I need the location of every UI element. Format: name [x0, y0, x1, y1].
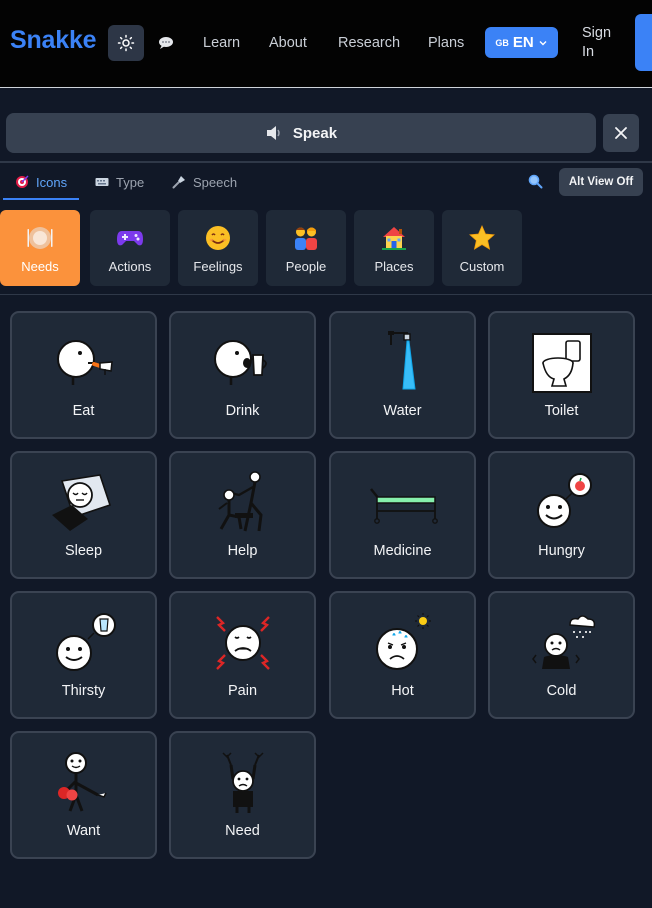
symbol-hot[interactable]: Hot: [329, 591, 476, 719]
tab-type[interactable]: Type: [95, 173, 144, 191]
medicine-icon: [367, 469, 439, 537]
symbol-need[interactable]: Need: [169, 731, 316, 859]
chat-button[interactable]: [156, 33, 176, 53]
star-icon: [468, 224, 496, 252]
search-icon[interactable]: [528, 174, 543, 189]
categories-divider: [0, 294, 652, 295]
symbol-label: Thirsty: [61, 683, 106, 699]
tab-label: Icons: [36, 174, 68, 190]
chevron-down-icon: [539, 40, 547, 45]
category-label: Custom: [459, 259, 505, 274]
symbol-hungry[interactable]: Hungry: [488, 451, 635, 579]
language-code: EN: [512, 34, 534, 51]
hot-icon: [367, 609, 439, 677]
microphone-icon: [172, 176, 185, 189]
symbol-help[interactable]: Help: [169, 451, 316, 579]
symbol-label: Sleep: [64, 543, 103, 559]
target-icon: [16, 175, 29, 188]
tab-label: Type: [116, 174, 145, 190]
people-icon: [292, 224, 320, 252]
symbol-label: Hungry: [538, 543, 585, 559]
symbol-thirsty[interactable]: Thirsty: [10, 591, 157, 719]
nav-link-plans[interactable]: Plans: [428, 35, 464, 51]
symbol-label: Drink: [225, 403, 260, 419]
symbol-label: Help: [227, 543, 258, 559]
flag-gb-icon: GB: [495, 37, 509, 48]
thirsty-icon: [48, 609, 120, 677]
tab-label: Speech: [193, 174, 238, 190]
hungry-icon: [526, 469, 598, 537]
category-label: Actions: [108, 259, 152, 274]
sleep-icon: [48, 469, 120, 537]
category-label: Places: [374, 259, 414, 274]
top-navbar: Snakke Learn About Research Plans GB EN …: [0, 0, 652, 87]
toilet-icon: [526, 329, 598, 397]
symbol-label: Toilet: [544, 403, 579, 419]
symbol-label: Need: [225, 823, 260, 839]
nav-link-learn[interactable]: Learn: [203, 35, 240, 51]
symbol-label: Hot: [391, 683, 414, 699]
symbol-label: Cold: [546, 683, 577, 699]
category-label: Feelings: [193, 259, 243, 274]
alt-view-toggle[interactable]: Alt View Off: [559, 168, 643, 196]
symbol-drink[interactable]: Drink: [169, 311, 316, 439]
need-icon: [207, 749, 279, 817]
symbol-toilet[interactable]: Toilet: [488, 311, 635, 439]
category-places[interactable]: Places: [354, 210, 434, 286]
symbol-want[interactable]: Want: [10, 731, 157, 859]
category-custom[interactable]: Custom: [442, 210, 522, 286]
speaker-icon: [266, 126, 280, 140]
category-needs[interactable]: Needs: [0, 210, 80, 286]
gamepad-icon: [116, 224, 144, 252]
pain-icon: [207, 609, 279, 677]
category-people[interactable]: People: [266, 210, 346, 286]
theme-toggle-button[interactable]: [108, 25, 144, 61]
signup-button[interactable]: [635, 14, 652, 71]
sun-icon: [117, 34, 135, 52]
sign-in-link[interactable]: Sign In: [582, 24, 622, 62]
symbol-label: Eat: [72, 403, 95, 419]
symbol-label: Water: [383, 403, 422, 419]
language-selector[interactable]: GB EN: [485, 27, 558, 58]
symbol-eat[interactable]: Eat: [10, 311, 157, 439]
active-tab-indicator: [3, 198, 79, 200]
speech-bubble-icon: [159, 37, 173, 49]
symbol-cold[interactable]: Cold: [488, 591, 635, 719]
tabs-divider: [0, 161, 652, 163]
category-feelings[interactable]: Feelings: [178, 210, 258, 286]
category-label: Needs: [21, 259, 59, 274]
symbol-pain[interactable]: Pain: [169, 591, 316, 719]
logo[interactable]: Snakke: [10, 26, 97, 55]
water-icon: [367, 329, 439, 397]
symbol-medicine[interactable]: Medicine: [329, 451, 476, 579]
speak-label: Speak: [292, 124, 338, 142]
cold-icon: [526, 609, 598, 677]
close-icon: [615, 127, 627, 139]
help-icon: [207, 469, 279, 537]
nav-link-research[interactable]: Research: [338, 35, 400, 51]
eat-icon: [48, 329, 120, 397]
header-divider: [0, 87, 652, 88]
want-icon: [48, 749, 120, 817]
plate-icon: [26, 224, 54, 252]
tab-icons[interactable]: Icons: [15, 173, 67, 191]
keyboard-icon: [95, 178, 109, 186]
drink-icon: [207, 329, 279, 397]
clear-button[interactable]: [603, 114, 639, 152]
symbol-water[interactable]: Water: [329, 311, 476, 439]
tab-speech[interactable]: Speech: [172, 173, 237, 191]
nav-link-about[interactable]: About: [269, 35, 307, 51]
symbol-label: Want: [66, 823, 101, 839]
category-actions[interactable]: Actions: [90, 210, 170, 286]
category-label: People: [285, 259, 327, 274]
speak-button[interactable]: Speak: [6, 113, 596, 153]
symbol-sleep[interactable]: Sleep: [10, 451, 157, 579]
symbol-label: Pain: [227, 683, 258, 699]
symbol-label: Medicine: [373, 543, 432, 559]
house-icon: [380, 224, 408, 252]
smiley-icon: [204, 224, 232, 252]
